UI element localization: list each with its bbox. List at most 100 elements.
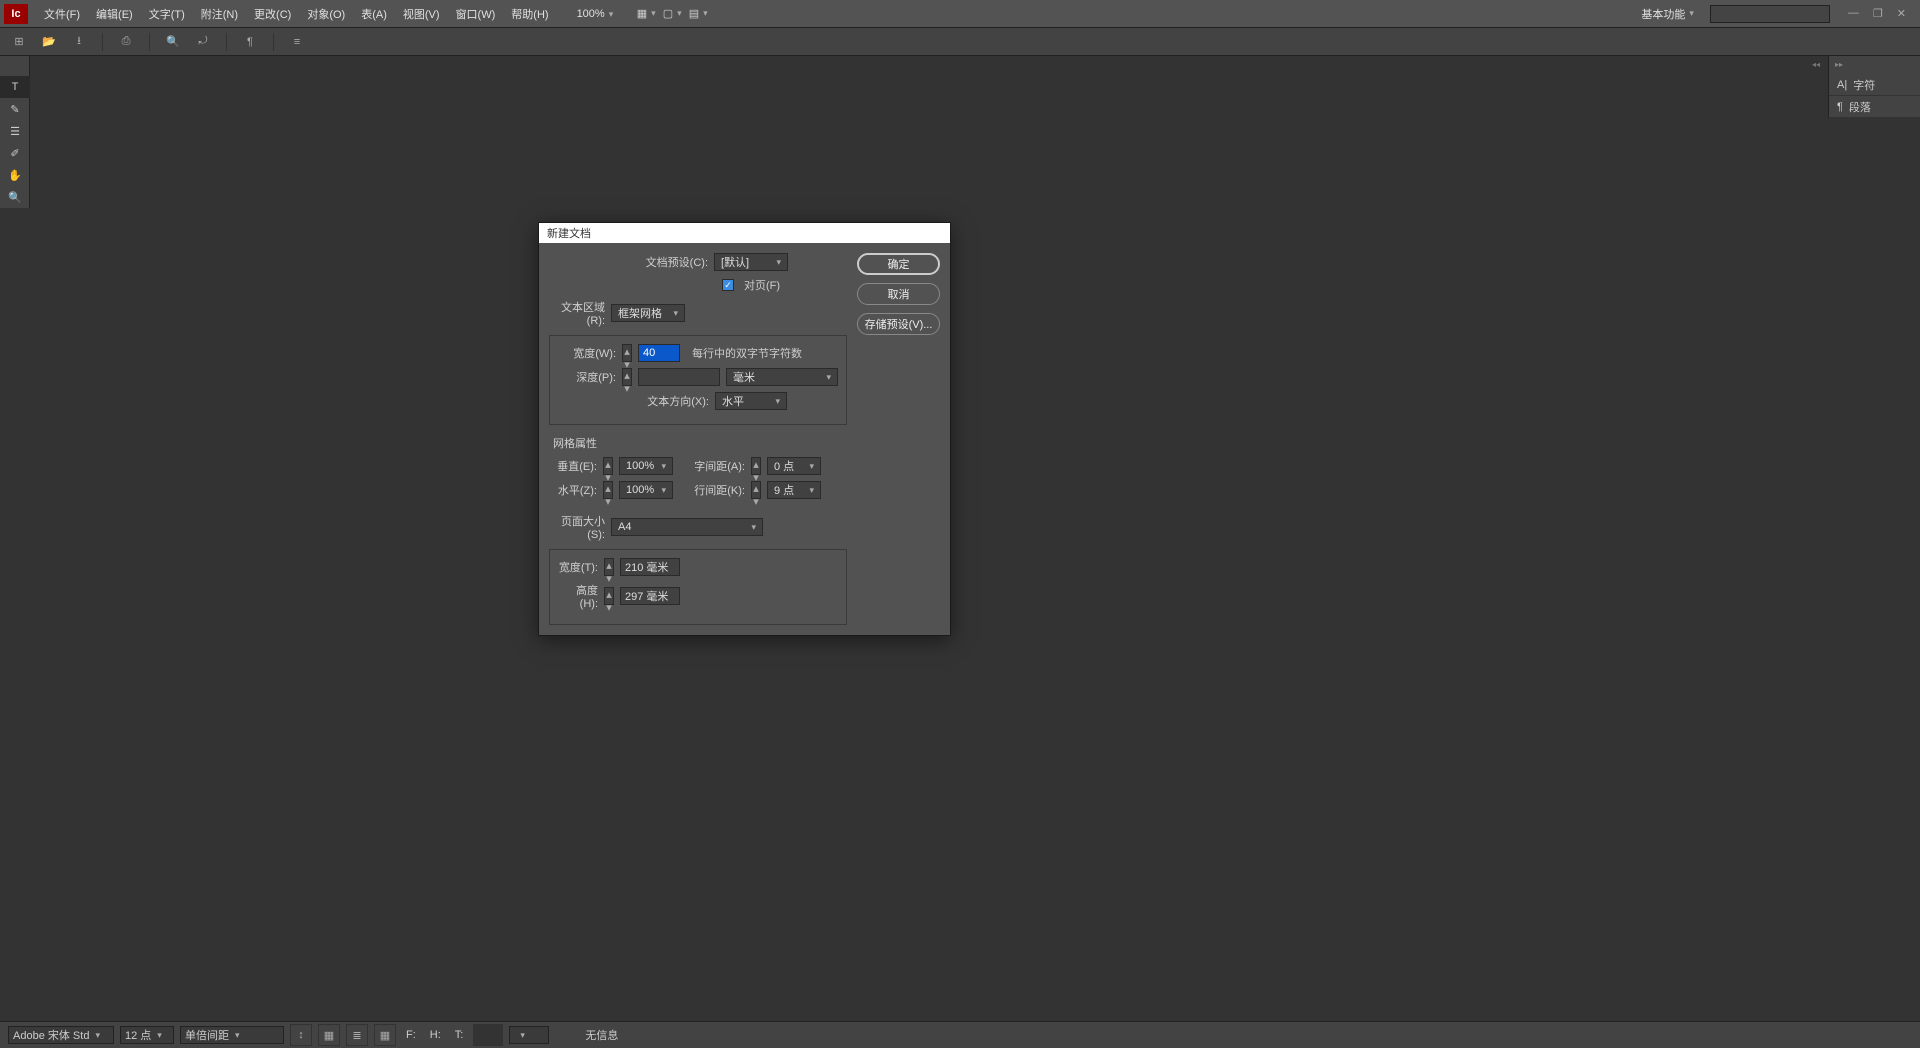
depth-spinner[interactable]: ▴▾ — [622, 368, 632, 386]
menu-table[interactable]: 表(A) — [353, 0, 395, 27]
panel-paragraph[interactable]: ¶段落 — [1829, 96, 1920, 118]
vert-spinner[interactable]: ▴▾ — [603, 457, 613, 475]
menu-window[interactable]: 窗口(W) — [448, 0, 504, 27]
menu-object[interactable]: 对象(O) — [299, 0, 353, 27]
width-suffix: 每行中的双字节字符数 — [692, 345, 802, 361]
align-icon[interactable]: ≣ — [346, 1024, 368, 1046]
color-swatch-icon[interactable] — [473, 1024, 503, 1046]
depth-unit-combo[interactable]: 毫米▾ — [726, 368, 838, 386]
zoom-level[interactable]: 100%▾ — [557, 8, 634, 20]
depth-input[interactable] — [638, 368, 720, 386]
app-icon: Ic — [4, 4, 28, 24]
save-icon[interactable]: ⭳ — [68, 31, 90, 53]
linesp-label: 行间距(K): — [679, 482, 745, 498]
menu-edit[interactable]: 编辑(E) — [88, 0, 141, 27]
workspace-switcher[interactable]: 基本功能▾ — [1633, 6, 1702, 22]
ok-button[interactable]: 确定 — [857, 253, 940, 275]
type-tool-icon[interactable]: T — [0, 76, 30, 98]
note-tool-icon[interactable]: ✎ — [0, 98, 30, 120]
pheight-label: 高度(H): — [558, 582, 598, 610]
pheight-input[interactable]: 297 毫米 — [620, 587, 680, 605]
menu-annot[interactable]: 附注(N) — [193, 0, 246, 27]
dialog-title: 新建文档 — [539, 223, 950, 243]
zoom-tool-icon[interactable]: 🔍 — [0, 186, 30, 208]
new-doc-icon[interactable]: ⊞ — [8, 31, 30, 53]
preset-combo[interactable]: [默认]▾ — [714, 253, 788, 271]
preset-label: 文档预设(C): — [608, 254, 708, 270]
font-family-combo[interactable]: Adobe 宋体 Std▾ — [8, 1026, 114, 1044]
right-panel-strip: ▸▸ A|字符 ¶段落 — [1828, 56, 1920, 118]
direction-horz-icon[interactable]: ▦ — [318, 1024, 340, 1046]
f-label: F: — [406, 1029, 416, 1041]
charsp-combo[interactable]: 0 点▾ — [767, 457, 821, 475]
print-icon[interactable]: ⎙ — [115, 31, 137, 53]
textarea-combo[interactable]: 框架网格▾ — [611, 304, 685, 322]
grid-title: 网格属性 — [553, 435, 847, 451]
menu-file[interactable]: 文件(F) — [36, 0, 88, 27]
font-size-combo[interactable]: 12 点▾ — [120, 1026, 174, 1044]
menubar: Ic 文件(F) 编辑(E) 文字(T) 附注(N) 更改(C) 对象(O) 表… — [0, 0, 1920, 27]
horz-combo[interactable]: 100%▾ — [619, 481, 673, 499]
charsp-label: 字间距(A): — [679, 458, 745, 474]
line-spacing-combo[interactable]: 单倍间距▾ — [180, 1026, 284, 1044]
spellcheck-icon[interactable]: ⤾ — [192, 31, 214, 53]
grid-icon[interactable]: ▦ — [374, 1024, 396, 1046]
vert-label: 垂直(E): — [549, 458, 597, 474]
menu-change[interactable]: 更改(C) — [246, 0, 299, 27]
stroke-combo[interactable]: ▾ — [509, 1026, 549, 1044]
linesp-combo[interactable]: 9 点▾ — [767, 481, 821, 499]
panel-character[interactable]: A|字符 — [1829, 74, 1920, 96]
view-mode-icon[interactable]: ▦▾ — [637, 5, 655, 23]
width-spinner[interactable]: ▴▾ — [622, 344, 632, 362]
pwidth-spinner[interactable]: ▴▾ — [604, 558, 614, 576]
save-preset-button[interactable]: 存储预设(V)... — [857, 313, 940, 335]
screen-mode-icon[interactable]: ▢▾ — [663, 5, 681, 23]
info-label: 无信息 — [585, 1027, 618, 1043]
menu-help[interactable]: 帮助(H) — [503, 0, 556, 27]
linesp-spinner[interactable]: ▴▾ — [751, 481, 761, 499]
position-tool-icon[interactable]: ☰ — [0, 120, 30, 142]
horz-label: 水平(Z): — [549, 482, 597, 498]
pwidth-input[interactable]: 210 毫米 — [620, 558, 680, 576]
expand-panel-icon[interactable]: ▸▸ — [1835, 60, 1843, 69]
menu-view[interactable]: 视图(V) — [395, 0, 448, 27]
width-input[interactable]: 40 — [638, 344, 680, 362]
pagesize-label: 页面大小(S): — [549, 513, 605, 541]
para-icon: ¶ — [1837, 101, 1843, 113]
facing-pages-checkbox[interactable]: ✓ — [722, 279, 734, 291]
pilcrow-icon[interactable]: ¶ — [239, 31, 261, 53]
maximize-button[interactable]: ❐ — [1873, 7, 1883, 20]
eyedropper-icon[interactable]: ✐ — [0, 142, 30, 164]
control-toolbar: ⊞ 📂 ⭳ ⎙ 🔍 ⤾ ¶ ≡ — [0, 27, 1920, 56]
menu-lines-icon[interactable]: ≡ — [286, 31, 308, 53]
pheight-spinner[interactable]: ▴▾ — [604, 587, 614, 605]
textarea-label: 文本区域(R): — [549, 299, 605, 327]
search-icon[interactable]: 🔍 — [162, 31, 184, 53]
width-label: 宽度(W): — [558, 345, 616, 361]
hand-tool-icon[interactable]: ✋ — [0, 164, 30, 186]
pwidth-label: 宽度(T): — [558, 559, 598, 575]
left-toolbox: T ✎ ☰ ✐ ✋ 🔍 — [0, 56, 30, 208]
h-label: H: — [430, 1029, 441, 1041]
arrange-icon[interactable]: ▤▾ — [689, 5, 707, 23]
open-icon[interactable]: 📂 — [38, 31, 60, 53]
cancel-button[interactable]: 取消 — [857, 283, 940, 305]
direction-vert-icon[interactable]: ↕ — [290, 1024, 312, 1046]
search-input[interactable] — [1710, 5, 1830, 23]
pagesize-combo[interactable]: A4▾ — [611, 518, 763, 536]
textdir-label: 文本方向(X): — [609, 393, 709, 409]
close-button[interactable]: ✕ — [1897, 7, 1906, 20]
vert-combo[interactable]: 100%▾ — [619, 457, 673, 475]
minimize-button[interactable]: — — [1848, 7, 1859, 20]
t-label: T: — [455, 1029, 464, 1041]
menu-text[interactable]: 文字(T) — [141, 0, 193, 27]
collapse-right-icon[interactable]: ◂◂ — [1812, 60, 1820, 69]
text-group: 宽度(W): ▴▾ 40 每行中的双字节字符数 深度(P): ▴▾ 毫米▾ 文本… — [549, 335, 847, 425]
depth-label: 深度(P): — [558, 369, 616, 385]
textdir-combo[interactable]: 水平▾ — [715, 392, 787, 410]
new-document-dialog: 新建文档 文档预设(C): [默认]▾ ✓ 对页(F) 文本区域(R): 框架网… — [538, 222, 951, 636]
status-bar: Adobe 宋体 Std▾ 12 点▾ 单倍间距▾ ↕ ▦ ≣ ▦ F: H: … — [0, 1021, 1920, 1048]
horz-spinner[interactable]: ▴▾ — [603, 481, 613, 499]
page-dim-group: 宽度(T): ▴▾ 210 毫米 高度(H): ▴▾ 297 毫米 — [549, 549, 847, 625]
charsp-spinner[interactable]: ▴▾ — [751, 457, 761, 475]
